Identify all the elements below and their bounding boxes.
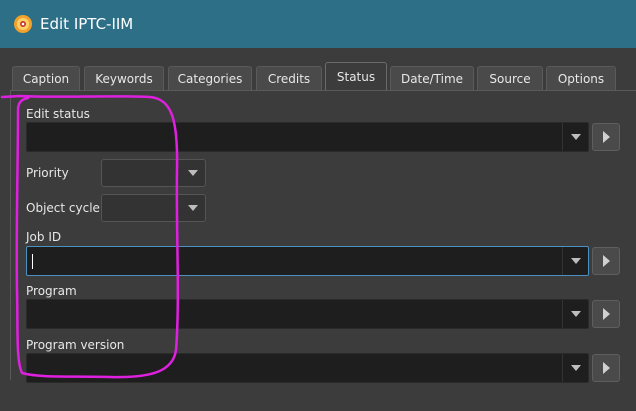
digikam-app-icon [14,15,32,33]
tab-date-time[interactable]: Date/Time [390,66,474,90]
tab-bar: Caption Keywords Categories Credits Stat… [0,48,636,90]
job-id-label: Job ID [26,230,62,244]
title-bar: Edit IPTC-IIM [0,0,636,48]
play-arrow-icon [602,308,610,320]
edit-status-label: Edit status [26,107,90,121]
play-arrow-icon [602,362,610,374]
chevron-down-icon[interactable] [562,300,588,328]
play-arrow-icon [602,255,610,267]
tab-source[interactable]: Source [477,66,543,90]
program-version-label: Program version [26,338,125,352]
tab-credits[interactable]: Credits [256,66,322,90]
chevron-down-icon[interactable] [562,354,588,382]
tab-keywords[interactable]: Keywords [84,66,164,90]
program-version-apply-button[interactable] [592,354,620,382]
tab-status[interactable]: Status [325,62,387,90]
edit-status-combo[interactable] [26,122,589,152]
priority-label: Priority [26,166,69,180]
tab-options[interactable]: Options [546,66,616,90]
program-combo[interactable] [26,299,589,329]
chevron-down-icon [181,195,205,221]
chevron-down-icon [181,160,205,186]
job-id-apply-button[interactable] [592,247,620,275]
edit-status-apply-button[interactable] [592,123,620,151]
tab-categories[interactable]: Categories [168,66,252,90]
window-title: Edit IPTC-IIM [40,15,134,33]
tab-caption[interactable]: Caption [12,66,80,90]
job-id-combo[interactable] [26,246,589,276]
program-version-combo[interactable] [26,353,589,383]
chevron-down-icon[interactable] [562,123,588,151]
program-apply-button[interactable] [592,300,620,328]
priority-select[interactable] [101,159,206,187]
text-cursor [32,254,33,269]
object-cycle-select[interactable] [101,194,206,222]
chevron-down-icon[interactable] [562,247,588,275]
play-arrow-icon [602,131,610,143]
program-label: Program [26,284,77,298]
object-cycle-label: Object cycle [26,201,100,215]
